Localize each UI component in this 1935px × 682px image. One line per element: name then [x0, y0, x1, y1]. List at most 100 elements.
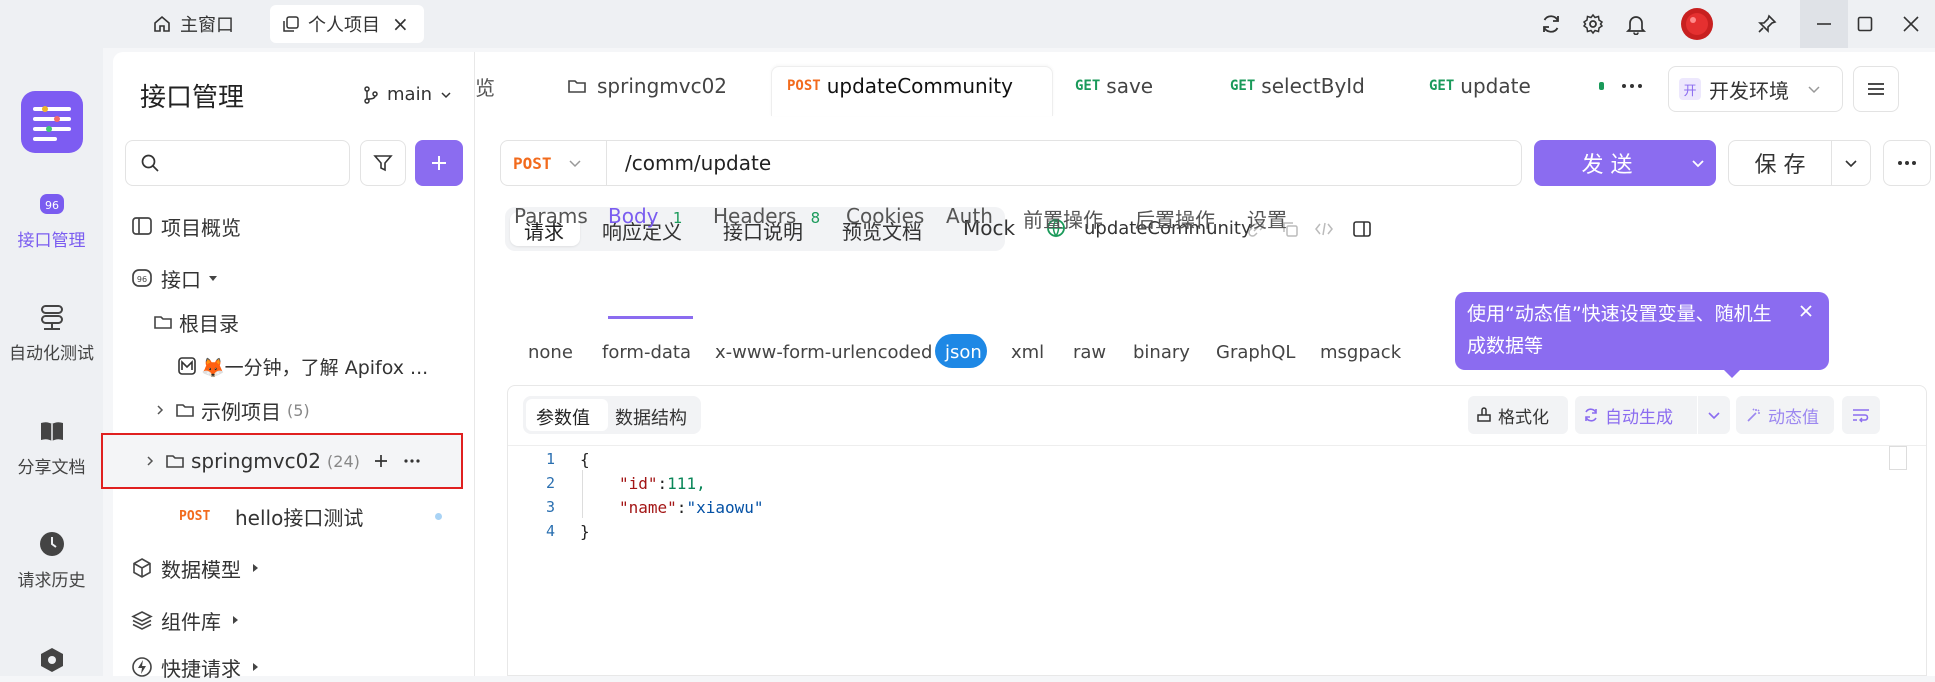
tree-item-intro[interactable]: 🦊一分钟，了解 Apifox ... [113, 346, 475, 386]
more-icon[interactable] [403, 453, 421, 469]
dynamic-value-button[interactable]: 动态值 [1736, 396, 1834, 434]
code-brace-close[interactable]: } [580, 522, 590, 541]
close-icon[interactable]: × [392, 12, 409, 36]
tab-save[interactable]: GET save [1075, 66, 1153, 106]
format-button[interactable]: 格式化 [1468, 396, 1568, 434]
tab-updateCommunity[interactable]: POST updateCommunity [787, 66, 1013, 106]
indent-guide [582, 470, 583, 518]
overview-icon [131, 215, 153, 237]
rail-item-label: 接口管理 [17, 231, 86, 251]
method-selector[interactable]: POST [501, 141, 607, 185]
rail-item-api[interactable]: 96 接口管理 [0, 190, 103, 251]
tab-springmvc02[interactable]: springmvc02 [567, 66, 727, 106]
gear-icon[interactable] [1578, 9, 1608, 39]
save-options-button[interactable] [1831, 140, 1871, 186]
bell-icon[interactable] [1621, 9, 1651, 39]
tab-headers[interactable]: Headers 8 [713, 204, 820, 228]
body-type-msgpack[interactable]: msgpack [1320, 342, 1401, 363]
autogen-options-button[interactable] [1698, 396, 1730, 434]
url-bar: POST /comm/update [500, 140, 1522, 186]
filter-button[interactable] [360, 140, 406, 186]
cube-icon [131, 557, 153, 579]
search-input[interactable] [125, 140, 350, 186]
tree-item-count: (24) [327, 451, 360, 471]
tree-item-overview[interactable]: 项目概览 [113, 206, 475, 246]
left-rail: 96 接口管理 自动化测试 分享文档 请求历史 [0, 48, 103, 676]
lightning-icon [131, 656, 153, 678]
avatar[interactable] [1681, 8, 1713, 40]
tab-body[interactable]: Body 1 [608, 204, 682, 228]
refresh-icon[interactable] [1536, 9, 1566, 39]
body-type-urlencoded[interactable]: x-www-form-urlencoded [715, 342, 932, 363]
tab-auth[interactable]: Auth [946, 204, 993, 228]
pin-icon[interactable] [1752, 9, 1782, 39]
url-input[interactable]: /comm/update [625, 151, 771, 175]
json-key: "id" [619, 474, 658, 493]
send-options-button[interactable] [1680, 140, 1716, 186]
line-number: 3 [545, 498, 555, 516]
rail-item-docs[interactable]: 分享文档 [0, 417, 103, 478]
add-button[interactable] [415, 140, 463, 186]
body-type-form-data[interactable]: form-data [602, 342, 691, 363]
tab-params[interactable]: Params [514, 204, 588, 228]
add-child-icon[interactable] [373, 453, 389, 469]
tab-post-ops[interactable]: 后置操作 [1135, 204, 1215, 233]
rail-item-automation[interactable]: 自动化测试 [0, 303, 103, 364]
tab-partial[interactable]: 览 [475, 66, 495, 106]
panel-icon[interactable] [1352, 219, 1372, 239]
request-more-button[interactable] [1883, 140, 1931, 186]
window-tab-home-label: 主窗口 [180, 15, 234, 36]
api-icon: 96 [38, 190, 66, 218]
tree-item-hello[interactable]: POST hello接口测试 [113, 496, 475, 536]
body-type-json[interactable]: json [945, 342, 982, 363]
tree-item-models[interactable]: 数据模型 [113, 548, 475, 588]
tabs-more-icon[interactable] [1621, 82, 1643, 90]
editor-scrollbar[interactable] [1889, 446, 1907, 470]
hexagon-icon[interactable] [38, 646, 66, 674]
sidebar-title: 接口管理 [140, 83, 245, 113]
tab-label: springmvc02 [597, 74, 728, 98]
tab-pre-ops[interactable]: 前置操作 [1023, 204, 1103, 233]
editor-tab-schema[interactable]: 数据结构 [615, 404, 687, 430]
body-type-xml[interactable]: xml [1011, 342, 1044, 363]
minimize-icon[interactable] [1800, 0, 1848, 48]
status-dot [435, 513, 442, 520]
tab-update[interactable]: GET update [1429, 66, 1531, 106]
method-badge: GET [1429, 78, 1455, 94]
env-selector[interactable]: 开 开发环境 [1668, 66, 1843, 112]
tree-item-springmvc02[interactable]: springmvc02 (24) [101, 433, 463, 489]
window-close-icon[interactable] [1896, 9, 1926, 39]
body-type-none[interactable]: none [528, 342, 573, 363]
tree-item-quick[interactable]: 快捷请求 [113, 652, 475, 682]
tab-cookies[interactable]: Cookies [846, 204, 924, 228]
line-number: 4 [545, 522, 555, 540]
chevron-down-icon [1844, 156, 1858, 170]
tree-item-apis[interactable]: 96 接口 [113, 258, 475, 298]
wrap-button[interactable] [1842, 396, 1880, 434]
tab-selectById[interactable]: GET selectById [1230, 66, 1365, 106]
body-type-graphql[interactable]: GraphQL [1216, 342, 1295, 363]
body-type-raw[interactable]: raw [1073, 342, 1106, 363]
code-line-name[interactable]: "name":"xiaowu" [619, 498, 764, 517]
window-tab-home[interactable]: 主窗口 [140, 5, 246, 43]
editor-tab-values[interactable]: 参数值 [536, 404, 590, 430]
rail-item-history[interactable]: 请求历史 [0, 530, 103, 591]
autogen-button[interactable]: 自动生成 [1575, 396, 1697, 434]
tooltip-close-icon[interactable] [1799, 304, 1813, 318]
tree-item-example[interactable]: 示例项目 (5) [113, 390, 475, 430]
code-brace-open[interactable]: { [580, 450, 590, 469]
tab-settings[interactable]: 设置 [1247, 204, 1287, 233]
window-tab-project[interactable]: 个人项目 × [270, 5, 424, 43]
tree-item-root[interactable]: 根目录 [113, 302, 475, 342]
maximize-icon[interactable] [1850, 9, 1880, 39]
code-line-id[interactable]: "id":111, [619, 474, 706, 493]
chevron-down-icon [568, 156, 582, 170]
code-icon[interactable] [1314, 220, 1334, 238]
tree-item-count: (5) [287, 400, 310, 420]
save-button[interactable]: 保 存 [1728, 140, 1832, 186]
body-type-binary[interactable]: binary [1133, 342, 1190, 363]
send-button[interactable]: 发 送 [1534, 140, 1680, 186]
branch-selector[interactable]: main [363, 84, 452, 105]
tree-item-components[interactable]: 组件库 [113, 600, 475, 640]
menu-button[interactable] [1853, 66, 1899, 112]
